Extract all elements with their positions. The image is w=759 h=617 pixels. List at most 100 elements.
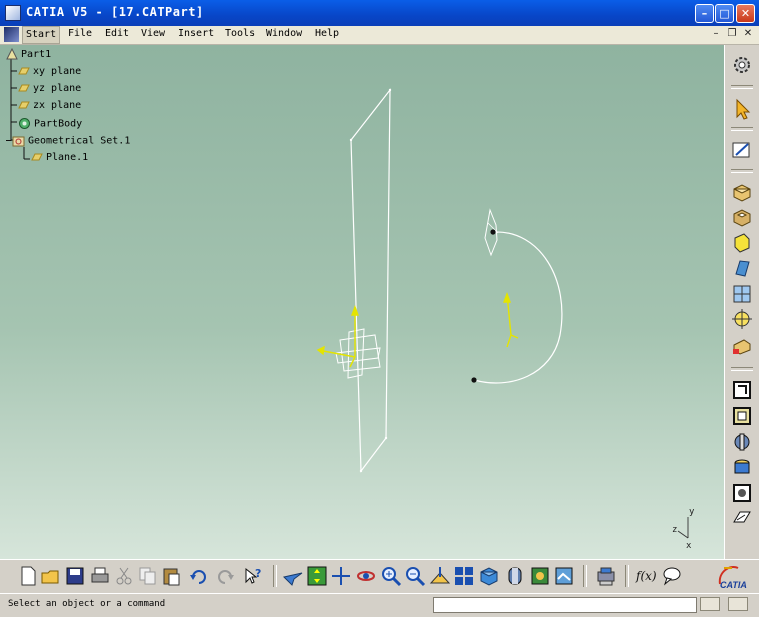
curve-end-point[interactable] [471,377,477,383]
tree-item-zx-plane[interactable]: zx plane [18,100,81,111]
spline-curve[interactable] [473,231,563,384]
rib-icon[interactable] [730,307,754,331]
fly-mode-icon[interactable] [282,565,304,587]
title-bar[interactable]: CATIA V5 - [17.CATPart] – □ ✕ [0,0,759,26]
window-title: CATIA V5 - [17.CATPart] [26,5,204,19]
draft-icon[interactable] [730,378,754,402]
tree-item-label: yz plane [33,83,82,94]
toolbar-separator [731,169,753,173]
groove-icon[interactable] [730,256,754,280]
whats-this-icon[interactable]: ? [242,565,264,587]
tree-item-label: zx plane [33,100,82,111]
menu-edit[interactable]: Edit [105,28,129,39]
cut-icon[interactable] [113,565,135,587]
print-icon[interactable] [89,565,111,587]
copy-icon[interactable] [137,565,159,587]
hole-icon[interactable] [730,282,754,306]
maximize-button[interactable]: □ [715,4,734,23]
svg-text:?: ? [255,567,261,580]
menu-view[interactable]: View [141,28,165,39]
toolbar-separator [583,565,587,587]
remove-face-icon[interactable] [730,481,754,505]
tree-collapse-icon[interactable] [6,140,11,141]
tree-item-label: Plane.1 [46,152,89,163]
hide-show-icon[interactable] [529,565,551,587]
normal-view-icon[interactable] [429,565,451,587]
toolbar-separator [625,565,629,587]
tree-item-label: Geometrical Set.1 [28,135,131,147]
replace-face-icon[interactable] [730,506,754,530]
shell-icon[interactable] [730,404,754,428]
status-button-1[interactable] [700,597,720,611]
status-button-2[interactable] [728,597,748,611]
pan-icon[interactable] [330,565,352,587]
thread-icon[interactable] [730,455,754,479]
3d-viewport[interactable]: y z x Part1 xy plane yz plane zx plane P… [0,45,724,559]
tree-item-geometrical-set[interactable]: Geometrical Set.1 [6,134,130,147]
zoom-in-icon[interactable] [380,565,402,587]
doc-restore-button[interactable]: ❐ [726,28,738,39]
multi-view-icon[interactable] [453,565,475,587]
catia-window: CATIA V5 - [17.CATPart] – □ ✕ Start File… [0,0,759,617]
minimize-button[interactable]: – [695,4,714,23]
shaft-icon[interactable] [730,230,754,254]
undo-icon[interactable] [187,565,209,587]
redo-icon[interactable] [215,565,237,587]
thickness-icon[interactable] [730,430,754,454]
knowledge-icon[interactable] [661,565,683,587]
tree-item-plane1[interactable]: Plane.1 [31,152,88,163]
pad-icon[interactable] [730,180,754,204]
plane-icon [18,67,30,75]
plane-icon [18,101,30,109]
tree-item-label: xy plane [33,66,82,77]
fit-all-icon[interactable] [306,565,328,587]
new-icon[interactable] [17,565,39,587]
menu-bar: Start File Edit View Insert Tools Window… [0,26,759,45]
axis-z-label: z [672,525,677,535]
direction-vector [502,292,519,348]
doc-close-button[interactable]: ✕ [742,28,754,39]
axis-triad [677,517,689,539]
gear-icon[interactable] [730,53,754,77]
sketcher-icon[interactable] [730,138,754,162]
document-icon[interactable] [4,27,19,42]
formula-button[interactable]: f(x) [636,565,658,587]
pocket-icon[interactable] [730,205,754,229]
open-icon[interactable] [40,565,62,587]
geometrical-set-icon [12,136,25,147]
menu-insert[interactable]: Insert [178,28,214,39]
status-bar: Select an object or a command [0,593,759,617]
plane-1-outline[interactable] [350,88,391,473]
close-button[interactable]: ✕ [736,4,755,23]
origin-axis [316,305,360,368]
command-input[interactable] [433,597,697,613]
axis-x-label: x [686,541,692,551]
doc-minimize-button[interactable]: – [710,28,722,39]
rotate-icon[interactable] [355,565,377,587]
edge-fillet-icon[interactable] [730,334,754,358]
shading-icon[interactable] [504,565,526,587]
swap-visible-icon[interactable] [553,565,575,587]
iso-view-icon[interactable] [478,565,500,587]
paste-icon[interactable] [161,565,183,587]
select-arrow-icon[interactable] [730,97,754,121]
zoom-out-icon[interactable] [404,565,426,587]
tree-item-partbody[interactable]: PartBody [18,117,82,130]
catalog-icon[interactable] [595,565,617,587]
status-message: Select an object or a command [8,599,166,609]
tree-item-yz-plane[interactable]: yz plane [18,83,81,94]
toolbar-separator [731,85,753,89]
menu-file[interactable]: File [68,28,92,39]
partbody-icon [19,118,30,129]
menu-start[interactable]: Start [22,26,61,44]
menu-tools[interactable]: Tools [225,28,255,39]
save-icon[interactable] [64,565,86,587]
menu-window[interactable]: Window [266,28,302,39]
curve-start-point[interactable] [490,229,496,235]
tree-item-xy-plane[interactable]: xy plane [18,66,81,77]
catia-app-icon[interactable] [5,5,21,21]
menu-help[interactable]: Help [315,28,339,39]
tree-root-part1[interactable]: Part1 [6,48,51,60]
catia-logo: CATIA [712,562,756,592]
specification-tree: Part1 xy plane yz plane zx plane PartBod… [0,45,200,175]
